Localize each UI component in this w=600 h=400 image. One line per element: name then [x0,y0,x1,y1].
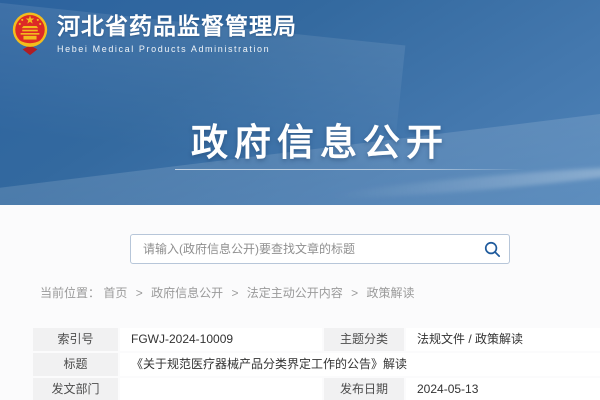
table-label-title: 标题 [33,353,118,376]
org-name-cn: 河北省药品监督管理局 [57,12,297,40]
header-banner: 河北省药品监督管理局 Hebei Medical Products Admini… [0,0,600,205]
org-name-en: Hebei Medical Products Administration [57,44,297,54]
breadcrumb-separator: > [231,286,238,300]
search-button[interactable] [475,235,509,263]
page-title: 政府信息公开 [0,112,600,166]
breadcrumb-separator: > [136,286,143,300]
table-label-publish-date: 发布日期 [324,378,404,400]
table-label-topic-category: 主题分类 [324,328,404,351]
search-input[interactable] [131,235,475,263]
title-underline-divider [175,169,525,170]
site-logo[interactable]: 河北省药品监督管理局 Hebei Medical Products Admini… [12,9,297,57]
table-value-publish-date: 2024-05-13 [406,378,600,400]
breadcrumb-prefix: 当前位置： [40,286,100,300]
breadcrumb-item-current: 政策解读 [367,286,415,300]
table-value-topic-category: 法规文件 / 政策解读 [406,328,600,351]
table-label-index-no: 索引号 [33,328,118,351]
breadcrumb: 当前位置： 首页 > 政府信息公开 > 法定主动公开内容 > 政策解读 [40,284,415,301]
site-logo-text: 河北省药品监督管理局 Hebei Medical Products Admini… [57,12,297,54]
table-value-issuing-dept [120,378,322,400]
search-icon[interactable] [483,240,502,259]
table-label-issuing-dept: 发文部门 [33,378,118,400]
breadcrumb-item-home[interactable]: 首页 [103,286,127,300]
info-table: 索引号 FGWJ-2024-10009 主题分类 法规文件 / 政策解读 标题 … [33,328,600,400]
national-emblem-icon [12,9,48,57]
table-value-title: 《关于规范医疗器械产品分类界定工作的公告》解读 [120,353,600,376]
breadcrumb-item-disclosure-content[interactable]: 法定主动公开内容 [247,286,343,300]
table-value-index-no: FGWJ-2024-10009 [120,328,322,351]
breadcrumb-separator: > [351,286,358,300]
breadcrumb-item-gov-info[interactable]: 政府信息公开 [151,286,223,300]
page-root: 河北省药品监督管理局 Hebei Medical Products Admini… [0,0,600,400]
search-bar [130,234,510,264]
